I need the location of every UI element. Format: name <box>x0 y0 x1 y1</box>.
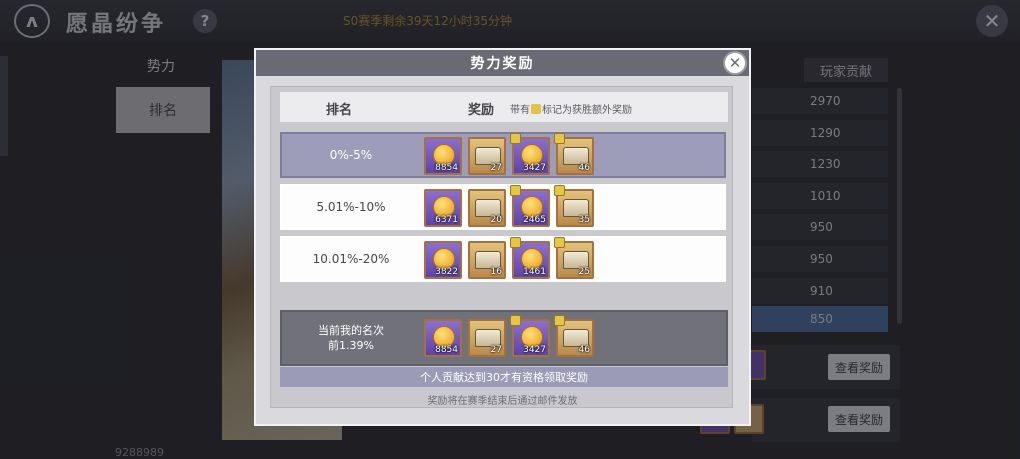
winner-mark-icon <box>554 237 565 248</box>
winner-mark-icon <box>554 315 565 326</box>
item-quantity: 35 <box>578 215 590 225</box>
gold-coin-reward[interactable]: 3427 <box>510 315 550 357</box>
treasure-chest-reward[interactable]: 27 <box>468 137 506 175</box>
winner-mark-icon <box>554 133 565 144</box>
reward-items: 8854 27 3427 46 <box>424 315 594 357</box>
treasure-chest-reward[interactable]: 20 <box>468 189 506 227</box>
dialog-close-button[interactable]: ✕ <box>723 51 747 75</box>
reward-items: 8854 27 3427 46 <box>424 133 594 175</box>
my-rank-title: 当前我的名次 <box>318 324 384 337</box>
item-quantity: 46 <box>578 163 590 173</box>
reward-column-header: 奖励 <box>468 103 495 118</box>
winner-note: 带有 标记为获胜额外奖励 <box>510 101 632 116</box>
gold-coin-reward[interactable]: 2465 <box>510 185 550 227</box>
treasure-chest-reward[interactable]: 46 <box>554 133 594 175</box>
item-quantity: 8854 <box>435 345 458 355</box>
gold-coin-reward[interactable]: 1461 <box>510 237 550 279</box>
winner-mark-icon <box>510 315 521 326</box>
item-quantity: 27 <box>490 163 502 173</box>
table-header: 排名 奖励 带有 标记为获胜额外奖励 <box>280 92 728 122</box>
rank-row[interactable]: 5.01%-10% 6371 20 2465 35 <box>280 184 726 230</box>
faction-reward-dialog: 势力奖励 ✕ 排名 奖励 带有 标记为获胜额外奖励 0%-5% 8854 27 34… <box>254 48 751 426</box>
winner-mark-icon <box>510 185 521 196</box>
item-quantity: 20 <box>490 215 502 225</box>
gold-coin-reward[interactable]: 3427 <box>510 133 550 175</box>
gold-coin-reward[interactable]: 8854 <box>424 319 462 357</box>
item-quantity: 3822 <box>435 267 458 277</box>
gold-coin-reward[interactable]: 3822 <box>424 241 462 279</box>
my-rank-value: 前1.39% <box>328 339 374 352</box>
my-rank-label: 当前我的名次 前1.39% <box>282 312 420 364</box>
item-quantity: 6371 <box>435 215 458 225</box>
gold-coin-reward[interactable]: 8854 <box>424 137 462 175</box>
rank-range-label: 10.01%-20% <box>312 252 390 266</box>
treasure-chest-reward[interactable]: 35 <box>554 185 594 227</box>
rank-range-label: 5.01%-10% <box>316 200 386 214</box>
rank-column-header: 排名 <box>326 103 353 118</box>
item-quantity: 2465 <box>523 215 546 225</box>
rank-row[interactable]: 0%-5% 8854 27 3427 46 <box>280 132 726 178</box>
treasure-chest-reward[interactable]: 27 <box>468 319 506 357</box>
winner-mark-icon <box>510 237 521 248</box>
dialog-title: 势力奖励 <box>256 50 749 76</box>
reward-items: 3822 16 1461 25 <box>424 237 594 279</box>
item-quantity: 3427 <box>523 345 546 355</box>
gold-coin-reward[interactable]: 6371 <box>424 189 462 227</box>
winner-note-prefix: 带有 <box>510 105 530 116</box>
item-quantity: 1461 <box>523 267 546 277</box>
treasure-chest-reward[interactable]: 16 <box>468 241 506 279</box>
treasure-chest-reward[interactable]: 25 <box>554 237 594 279</box>
winner-note-suffix: 标记为获胜额外奖励 <box>542 105 632 116</box>
item-quantity: 25 <box>578 267 590 277</box>
winner-mark-icon <box>510 133 521 144</box>
item-quantity: 16 <box>490 267 502 277</box>
mail-footnote: 奖励将在赛季结束后通过邮件发放 <box>427 396 578 407</box>
winner-mark-icon <box>554 185 565 196</box>
rank-range-label: 0%-5% <box>329 148 373 162</box>
item-quantity: 3427 <box>523 163 546 173</box>
item-quantity: 46 <box>578 345 590 355</box>
reward-items: 6371 20 2465 35 <box>424 185 594 227</box>
rank-row[interactable]: 10.01%-20% 3822 16 1461 25 <box>280 236 726 282</box>
requirement-bar: 个人贡献达到30才有资格领取奖励 <box>280 367 728 387</box>
item-quantity: 27 <box>490 345 502 355</box>
my-rank-row: 当前我的名次 前1.39% 8854 27 3427 46 <box>280 310 728 366</box>
winner-mark-icon <box>531 103 541 114</box>
treasure-chest-reward[interactable]: 46 <box>554 315 594 357</box>
item-quantity: 8854 <box>435 163 458 173</box>
